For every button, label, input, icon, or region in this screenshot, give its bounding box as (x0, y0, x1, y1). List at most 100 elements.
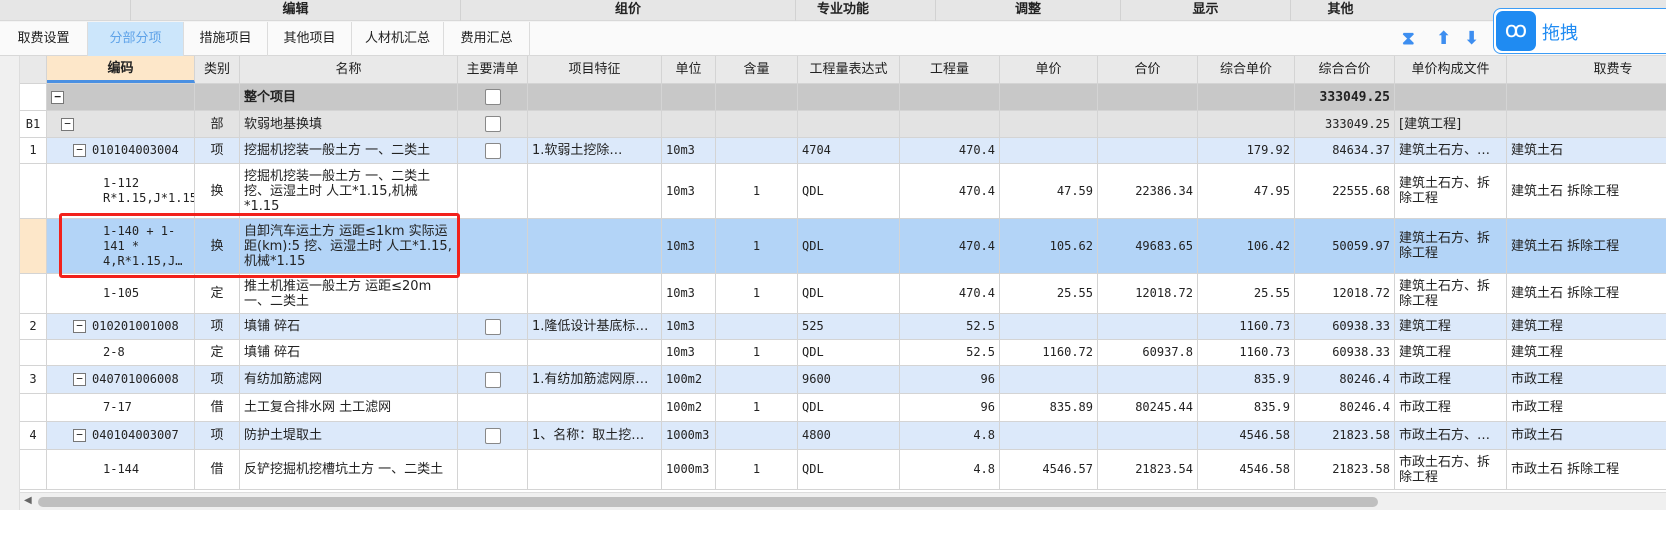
column-header-qty[interactable]: 工程量 (900, 56, 1000, 83)
menu-2[interactable]: 专业功能 (795, 0, 890, 21)
arrow-down-icon[interactable]: ⬇ (1464, 28, 1479, 49)
cell-code[interactable]: −010104003004 (47, 138, 195, 163)
main-list-checkbox[interactable] (484, 142, 501, 159)
cell-code[interactable]: 2-8 (47, 340, 195, 365)
cell-code[interactable]: −040701006008 (47, 366, 195, 393)
tab-0[interactable]: 取费设置 (0, 22, 88, 56)
main-list-checkbox[interactable] (484, 89, 501, 105)
cell-code[interactable]: 7-17 (47, 394, 195, 421)
column-header-sum[interactable]: 合价 (1098, 56, 1198, 83)
cell-sum (1098, 314, 1198, 339)
cell-main[interactable] (458, 366, 528, 393)
column-header-file[interactable]: 单价构成文件 (1395, 56, 1507, 83)
scrollbar-thumb[interactable] (38, 497, 1378, 507)
table-row[interactable]: − 整个项目 333049.25 (20, 84, 1666, 111)
collapse-toggle-icon[interactable]: − (51, 90, 64, 104)
cell-qty: 470.4 (900, 138, 1000, 163)
cell-code[interactable]: − (47, 111, 195, 137)
cell-sum: 22386.34 (1098, 164, 1198, 218)
collapse-toggle-icon[interactable]: − (73, 320, 86, 333)
cell-name[interactable]: 整个项目 (240, 84, 458, 110)
tab-4[interactable]: 人材机汇总 (352, 22, 444, 56)
cell-main[interactable] (458, 314, 528, 339)
cell-name[interactable]: 挖掘机挖装一般土方 一、二类土 挖、运湿土时 人工*1.15,机械*1.15 (240, 164, 458, 218)
table-row[interactable]: 1−010104003004 项挖掘机挖装一般土方 一、二类土 1.软弱土挖除… 10… (20, 138, 1666, 164)
cell-name[interactable]: 反铲挖掘机挖槽坑土方 一、二类土 (240, 450, 458, 489)
cell-name[interactable]: 推土机推运一般土方 运距≤20m 一、二类土 (240, 274, 458, 313)
menu-0[interactable]: 编辑 (130, 0, 460, 21)
menu-1[interactable]: 组价 (460, 0, 795, 21)
collapse-toggle-icon[interactable]: − (61, 117, 74, 131)
cell-main[interactable] (458, 219, 528, 273)
table-row[interactable]: 1-112 R*1.15,J*1.15 换挖掘机挖装一般土方 一、二类土 挖、运湿… (20, 164, 1666, 219)
table-row-selected[interactable]: 1-140 + 1-141 * 4,R*1.15,J… 换自卸汽车运土方 运距≤1… (20, 219, 1666, 274)
cell-main[interactable] (458, 111, 528, 137)
table-row[interactable]: 3−040701006008 项有纺加筋滤网 1.有纺加筋滤网原… 100m2 9600… (20, 366, 1666, 394)
column-header-name[interactable]: 名称 (240, 56, 458, 83)
main-list-checkbox[interactable] (484, 427, 501, 444)
cell-main[interactable] (458, 422, 528, 449)
cell-main[interactable] (458, 394, 528, 421)
cell-main[interactable] (458, 340, 528, 365)
table-row[interactable]: 1-105 定推土机推运一般土方 运距≤20m 一、二类土 10m3 1 QDL 470.… (20, 274, 1666, 314)
arrow-up-icon[interactable]: ⬆ (1436, 28, 1451, 49)
main-list-checkbox[interactable] (484, 318, 501, 335)
cell-name[interactable]: 自卸汽车运土方 运距≤1km 实际运距(km):5 挖、运湿土时 人工*1.15… (240, 219, 458, 273)
cell-name[interactable]: 有纺加筋滤网 (240, 366, 458, 393)
table-row[interactable]: 1-144 借反铲挖掘机挖槽坑土方 一、二类土 1000m3 1 QDL 4.8 4546.… (20, 450, 1666, 490)
cell-code[interactable]: −040104003007 (47, 422, 195, 449)
cell-main[interactable] (458, 84, 528, 110)
column-header-ctotal[interactable]: 综合合价 (1295, 56, 1395, 83)
cell-file: 建筑土石方、拆除工程 (1395, 274, 1507, 313)
main-list-checkbox[interactable] (484, 116, 501, 132)
collapse-toggle-icon[interactable]: − (73, 429, 86, 442)
cell-name[interactable]: 土工复合排水网 土工滤网 (240, 394, 458, 421)
menu-5[interactable]: 其他 (1290, 0, 1390, 21)
main-list-checkbox[interactable] (484, 371, 501, 388)
menu-4[interactable]: 显示 (1120, 0, 1290, 21)
cell-code[interactable]: − (47, 84, 195, 110)
horizontal-scrollbar[interactable]: ◀ (20, 492, 1666, 510)
column-header-type[interactable]: 类别 (195, 56, 240, 83)
table-row[interactable]: 7-17 借土工复合排水网 土工滤网 100m2 1 QDL 96 835.89 80245.… (20, 394, 1666, 422)
cell-main[interactable] (458, 164, 528, 218)
column-header-expr[interactable]: 工程量表达式 (798, 56, 900, 83)
column-header-feature[interactable]: 项目特征 (528, 56, 662, 83)
cell-num: 4 (20, 422, 47, 449)
tab-3[interactable]: 其他项目 (268, 22, 352, 56)
cell-code[interactable]: −010201001008 (47, 314, 195, 339)
column-header-fee[interactable]: 取费专 (1507, 56, 1666, 83)
column-header-code[interactable]: 编码 (47, 56, 195, 83)
cell-name[interactable]: 填铺 碎石 (240, 314, 458, 339)
table-row[interactable]: B1− 部软弱地基换填 333049.25 [建筑工程] (20, 111, 1666, 138)
column-header-main[interactable]: 主要清单 (458, 56, 528, 83)
column-header-content[interactable]: 含量 (716, 56, 798, 83)
cell-name[interactable]: 软弱地基换填 (240, 111, 458, 137)
column-header-unit[interactable]: 单位 (662, 56, 716, 83)
cell-name[interactable]: 填铺 碎石 (240, 340, 458, 365)
cell-name[interactable]: 防护土堤取土 (240, 422, 458, 449)
cell-code[interactable]: 1-144 (47, 450, 195, 489)
scroll-left-icon[interactable]: ◀ (24, 495, 32, 506)
cell-name[interactable]: 挖掘机挖装一般土方 一、二类土 (240, 138, 458, 163)
column-header-price[interactable]: 单价 (1000, 56, 1098, 83)
menu-3[interactable]: 调整 (935, 0, 1120, 21)
tab-1[interactable]: 分部分项 (88, 22, 184, 56)
cell-code[interactable]: 1-105 (47, 274, 195, 313)
tab-2[interactable]: 措施项目 (184, 22, 268, 56)
column-header-num[interactable] (20, 56, 47, 83)
tab-5[interactable]: 费用汇总 (444, 22, 530, 56)
table-row[interactable]: 2−010201001008 项填铺 碎石 1.隆低设计基底标… 10m3 525 52.… (20, 314, 1666, 340)
collapse-icon[interactable]: ⧗ (1402, 28, 1415, 49)
column-header-cprice[interactable]: 综合单价 (1198, 56, 1295, 83)
collapse-toggle-icon[interactable]: − (73, 373, 86, 386)
cell-main[interactable] (458, 138, 528, 163)
collapse-toggle-icon[interactable]: − (73, 144, 86, 157)
cloud-widget[interactable]: ꝏ 拖拽 (1493, 8, 1666, 54)
table-row[interactable]: 2-8 定填铺 碎石 10m3 1 QDL 52.5 1160.72 60937.8 1160.… (20, 340, 1666, 366)
table-row[interactable]: 4−040104003007 项防护土堤取土 1、名称：取土挖… 1000m3 4800… (20, 422, 1666, 450)
cell-code[interactable]: 1-112 R*1.15,J*1.15 (47, 164, 195, 218)
cell-code[interactable]: 1-140 + 1-141 * 4,R*1.15,J… (47, 219, 195, 273)
cell-main[interactable] (458, 274, 528, 313)
cell-main[interactable] (458, 450, 528, 489)
